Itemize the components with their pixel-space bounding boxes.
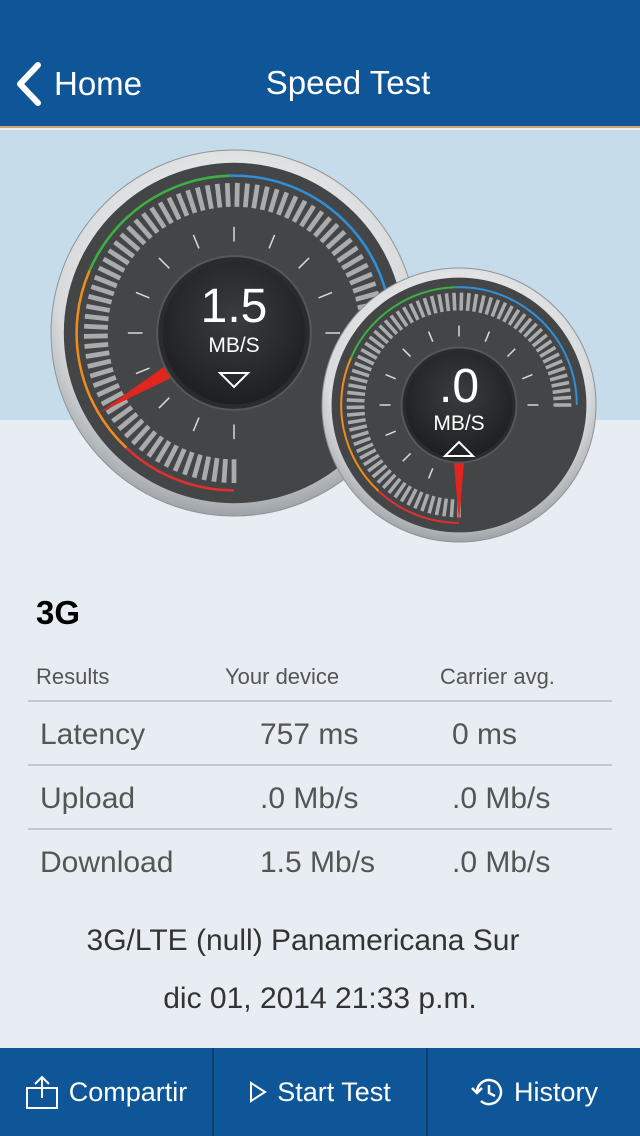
download-speed-value: 1.5 xyxy=(201,280,268,333)
play-icon xyxy=(250,1081,268,1103)
bottom-toolbar: Compartir Start Test History xyxy=(0,1048,640,1136)
speed-gauges: 1.5MB/S.0MB/S xyxy=(50,149,597,543)
download-speed-unit: MB/S xyxy=(208,334,259,357)
connection-info: 3G/LTE (null) Panamericana Sur xyxy=(86,924,520,957)
gauge-bar-segment xyxy=(452,292,457,311)
gauge-bar-segment xyxy=(83,323,108,330)
upload-speed-value: .0 xyxy=(439,360,479,413)
row-carrier-value: .0 Mb/s xyxy=(452,782,551,815)
history-button-label: History xyxy=(513,1076,598,1107)
gauge-bar-segment xyxy=(346,398,365,403)
row-label: Download xyxy=(40,846,174,879)
gauge-bar-segment xyxy=(465,292,471,312)
gauge-bar-segment xyxy=(84,341,109,349)
gauge-bar-segment xyxy=(444,293,451,312)
results-table: Results Your device Carrier avg. Latency… xyxy=(28,650,612,894)
results-header-device: Your device xyxy=(225,664,340,689)
share-button-label: Compartir xyxy=(68,1076,188,1107)
gauge-bar-segment xyxy=(221,458,228,483)
share-icon xyxy=(25,1075,58,1109)
start-test-button[interactable]: Start Test xyxy=(214,1048,428,1136)
history-icon xyxy=(471,1078,503,1106)
page-title: Speed Test xyxy=(265,64,431,101)
gauge-bar-segment xyxy=(83,333,108,339)
row-label: Upload xyxy=(40,782,136,815)
gauge-bar-segment xyxy=(449,499,455,518)
upload-speed-unit: MB/S xyxy=(433,412,484,435)
history-button[interactable]: History xyxy=(428,1048,640,1136)
gauge-bar-segment xyxy=(211,457,220,483)
gauge-bar-segment xyxy=(84,313,109,322)
start-test-button-label: Start Test xyxy=(277,1076,391,1107)
gauge-bar-segment xyxy=(553,395,572,401)
results-header-row: Results Your device Carrier avg. xyxy=(28,650,612,702)
gauge-bar-segment xyxy=(224,182,231,207)
gauge-bar-segment xyxy=(347,390,366,397)
row-device-value: 757 ms xyxy=(260,718,359,751)
row-carrier-value: .0 Mb/s xyxy=(452,846,551,879)
share-button[interactable]: Compartir xyxy=(0,1048,214,1136)
row-device-value: 1.5 Mb/s xyxy=(260,846,376,879)
gauge-bar-segment xyxy=(346,411,366,417)
results-header-results: Results xyxy=(36,664,110,689)
network-type: 3G xyxy=(36,594,81,631)
row-label: Latency xyxy=(40,718,146,751)
gauge-bar-segment xyxy=(242,183,250,208)
test-timestamp: dic 01, 2014 21:33 p.m. xyxy=(163,982,477,1015)
gauge-bar-segment xyxy=(552,388,571,395)
row-carrier-value: 0 ms xyxy=(452,718,518,751)
navigation-bar: Home Speed Test xyxy=(0,0,640,128)
results-row-download: Download 1.5 Mb/s .0 Mb/s xyxy=(28,830,612,894)
results-header-carrier: Carrier avg. xyxy=(440,664,555,689)
gauge-bar-segment xyxy=(234,182,240,207)
row-device-value: .0 Mb/s xyxy=(260,782,359,815)
results-row-latency: Latency 757 ms 0 ms xyxy=(28,702,612,766)
results-row-upload: Upload .0 Mb/s .0 Mb/s xyxy=(28,766,612,830)
gauge-bar-segment xyxy=(442,498,449,517)
gauge-bar-segment xyxy=(214,183,223,208)
